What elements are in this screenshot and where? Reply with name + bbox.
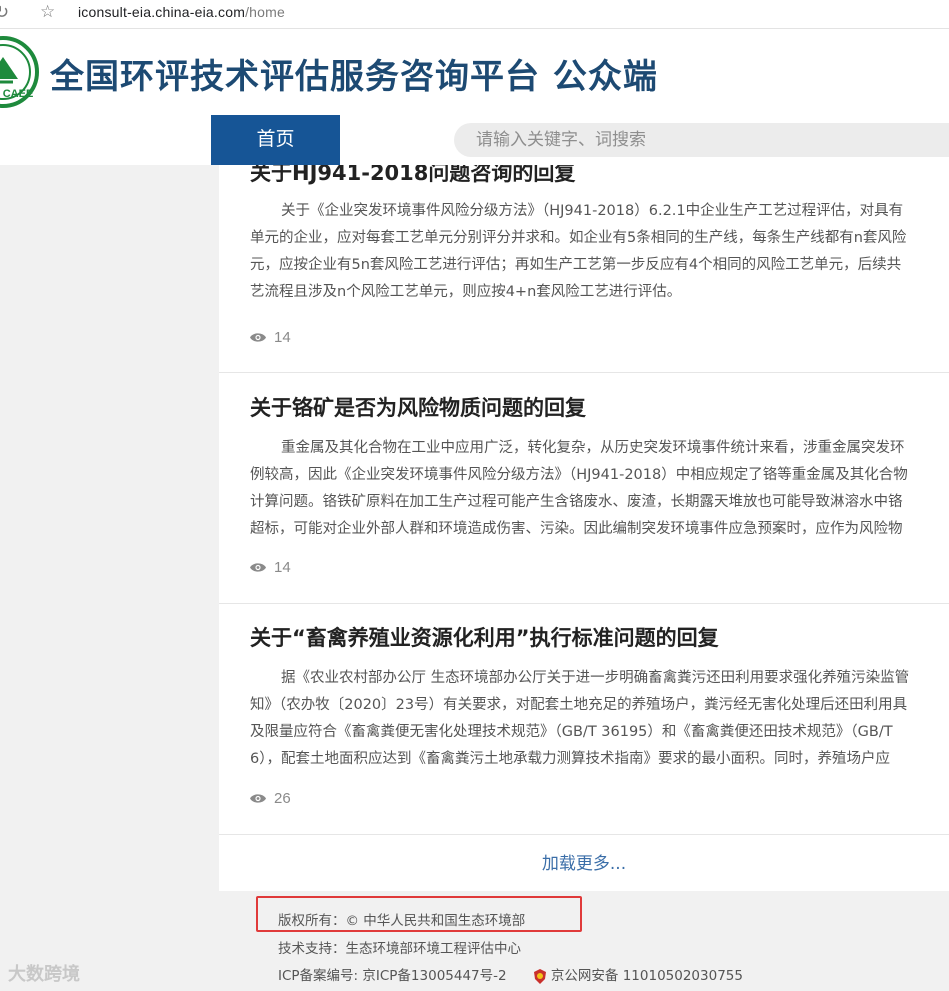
article-excerpt: 关于《企业突发环境事件风险分级方法》（HJ941-2018）6.2.1中企业生产… [250, 198, 949, 306]
view-count: 14 [250, 329, 291, 346]
url-text[interactable]: iconsult-eia.china-eia.com/home [78, 4, 285, 20]
nav-home-tab[interactable]: 首页 [211, 115, 340, 165]
eye-icon [250, 563, 266, 572]
view-count-value: 14 [274, 329, 291, 346]
browser-address-bar[interactable]: ↻ ☆ iconsult-eia.china-eia.com/home [0, 0, 949, 29]
footer-icp-link[interactable]: ICP备案编号: 京ICP备13005447号-2 [278, 968, 507, 984]
site-footer: 版权所有：© 中华人民共和国生态环境部 技术支持：生态环境部环境工程评估中心 I… [0, 891, 949, 991]
excerpt-line: 6），配套土地面积应达到《畜禽粪污土地承载力测算技术指南》要求的最小面积。同时，… [250, 751, 890, 767]
footer-copyright: 版权所有：© 中华人民共和国生态环境部 [278, 913, 526, 929]
article-excerpt: 据《农业农村部办公厅 生态环境部办公厅关于进一步明确畜禽粪污还田利用要求强化养殖… [250, 665, 949, 773]
excerpt-line: 知》（农办牧〔2020〕23号）有关要求，对配套土地充足的养殖场户，粪污经无害化… [250, 697, 908, 713]
logo-text: CAEE [3, 88, 34, 100]
excerpt-line: 据《农业农村部办公厅 生态环境部办公厅关于进一步明确畜禽粪污还田利用要求强化养殖… [281, 670, 910, 686]
article-title[interactable]: 关于铬矿是否为风险物质问题的回复 [250, 392, 586, 422]
eye-icon [250, 333, 266, 342]
article-excerpt: 重金属及其化合物在工业中应用广泛，转化复杂，从历史突发环境事件统计来看，涉重金属… [250, 435, 949, 543]
excerpt-line: 元，应按企业有5n套风险工艺进行评估；再如生产工艺第一步反应有4个相同的风险工艺… [250, 257, 902, 273]
load-more-link[interactable]: 加载更多... [219, 849, 949, 874]
excerpt-line: 艺流程且涉及n个风险工艺单元，则应按4+n套风险工艺进行评估。 [250, 284, 682, 300]
footer-registration: ICP备案编号: 京ICP备13005447号-2 京公网安备 11010502… [278, 964, 743, 984]
article-list: 关于HJ941-2018问题咨询的回复 关于《企业突发环境事件风险分级方法》（H… [219, 165, 949, 891]
article-title[interactable]: 关于HJ941-2018问题咨询的回复 [250, 165, 575, 187]
url-host: iconsult-eia.china-eia.com [78, 4, 246, 20]
view-count-value: 26 [274, 790, 291, 807]
search-input[interactable] [454, 123, 949, 157]
url-path: /home [245, 4, 285, 20]
watermark-text: 大数跨境 [8, 964, 80, 985]
bookmark-star-icon[interactable]: ☆ [40, 2, 55, 22]
excerpt-line: 重金属及其化合物在工业中应用广泛，转化复杂，从历史突发环境事件统计来看，涉重金属… [281, 440, 905, 456]
article-card[interactable]: 关于HJ941-2018问题咨询的回复 关于《企业突发环境事件风险分级方法》（H… [219, 165, 949, 373]
eye-icon [250, 794, 266, 803]
view-count: 14 [250, 559, 291, 576]
site-header: CAEE 全国环评技术评估服务咨询平台 公众端 [0, 29, 949, 115]
article-card[interactable]: 关于铬矿是否为风险物质问题的回复 重金属及其化合物在工业中应用广泛，转化复杂，从… [219, 373, 949, 604]
excerpt-line: 及限量应符合《畜禽粪便无害化处理技术规范》（GB/T 36195）和《畜禽粪便还… [250, 724, 893, 740]
article-title[interactable]: 关于“畜禽养殖业资源化利用”执行标准问题的回复 [250, 622, 719, 652]
excerpt-line: 单元的企业，应对每套工艺单元分别评分并求和。如企业有5条相同的生产线，每条生产线… [250, 230, 907, 246]
reload-icon[interactable]: ↻ [0, 2, 9, 23]
excerpt-line: 关于《企业突发环境事件风险分级方法》（HJ941-2018）6.2.1中企业生产… [281, 203, 904, 219]
site-title: 全国环评技术评估服务咨询平台 公众端 [50, 57, 658, 97]
police-badge-icon [533, 968, 546, 984]
excerpt-line: 例较高，因此《企业突发环境事件风险分级方法》（HJ941-2018）中相应规定了… [250, 467, 908, 483]
excerpt-line: 计算问题。铬铁矿原料在加工生产过程可能产生含铬废水、废渣，长期露天堆放也可能导致… [250, 494, 903, 510]
site-logo-icon[interactable]: CAEE [0, 35, 40, 109]
footer-police-link[interactable]: 京公网安备 11010502030755 [551, 968, 743, 984]
excerpt-line: 超标，可能对企业外部人群和环境造成伤害、污染。因此编制突发环境事件应急预案时，应… [250, 521, 903, 537]
view-count: 26 [250, 790, 291, 807]
article-card[interactable]: 关于“畜禽养殖业资源化利用”执行标准问题的回复 据《农业农村部办公厅 生态环境部… [219, 604, 949, 835]
footer-support: 技术支持：生态环境部环境工程评估中心 [278, 941, 521, 957]
view-count-value: 14 [274, 559, 291, 576]
nav-bar: 首页 [0, 115, 949, 165]
